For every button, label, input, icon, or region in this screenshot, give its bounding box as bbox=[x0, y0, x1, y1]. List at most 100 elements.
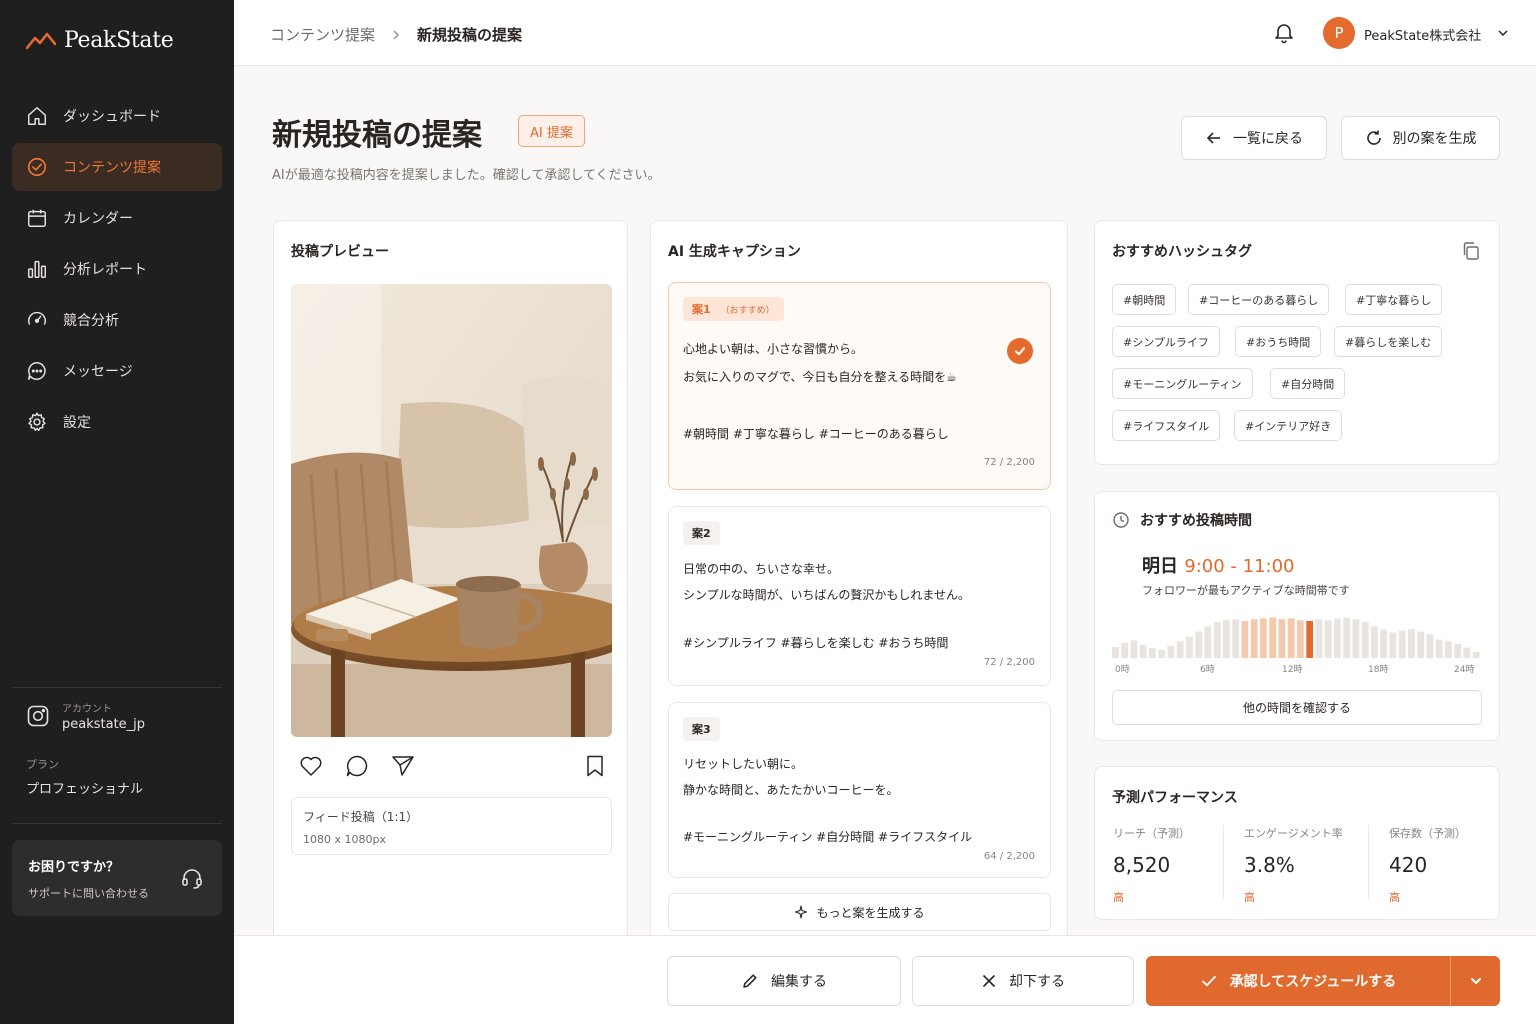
sidebar-item-label: 分析レポート bbox=[63, 262, 147, 278]
other-times-button[interactable]: 他の時間を確認する bbox=[1112, 690, 1482, 725]
histogram-bar bbox=[1445, 641, 1452, 658]
reach-metric: リーチ（予測） 8,520 高 bbox=[1113, 825, 1190, 905]
send-icon[interactable] bbox=[390, 753, 416, 779]
comment-icon[interactable] bbox=[344, 753, 370, 779]
avatar[interactable]: P bbox=[1323, 17, 1355, 49]
histogram-axis: 0時 6時 12時 18時 24時 bbox=[1112, 662, 1482, 675]
approve-label: 承認してスケジュールする bbox=[1229, 974, 1397, 990]
character-count: 72 / 2,200 bbox=[983, 657, 1035, 668]
bookmark-icon[interactable] bbox=[582, 753, 608, 779]
company-name[interactable]: PeakState株式会社 bbox=[1364, 25, 1481, 44]
caption-line-2: シンプルな時間が、いちばんの贅沢かもしれません。 bbox=[683, 588, 971, 602]
histogram-bar bbox=[1408, 629, 1415, 658]
brand-logo[interactable]: PeakState bbox=[26, 28, 174, 53]
ai-captions-card: AI 生成キャプション 案1 （おすすめ） 心地よい朝は、小さな習慣から。 お気に… bbox=[650, 220, 1068, 950]
bar-chart-icon bbox=[25, 257, 49, 281]
back-to-list-button[interactable]: 一覧に戻る bbox=[1181, 116, 1327, 160]
gear-icon bbox=[25, 410, 49, 434]
hashtag-chip[interactable]: #朝時間 bbox=[1112, 284, 1177, 315]
histogram-bar bbox=[1158, 650, 1166, 658]
best-time-card: おすすめ投稿時間 明日 9:00 - 11:00 フォロワーが最もアクティブな時… bbox=[1094, 491, 1500, 741]
caption-option-3[interactable]: 案3 リセットしたい朝に。 静かな時間と、あたたかいコーヒーを。 #モーニングル… bbox=[668, 702, 1051, 878]
caption-tag-label: 案1 bbox=[692, 303, 711, 316]
histogram-bar bbox=[1204, 626, 1212, 658]
metric-label: 保存数（予測） bbox=[1389, 827, 1466, 840]
chevron-down-icon[interactable] bbox=[1496, 26, 1510, 40]
best-time-value: 明日 9:00 - 11:00 bbox=[1142, 552, 1295, 578]
heart-icon[interactable] bbox=[298, 753, 324, 779]
hashtag-chip[interactable]: #シンプルライフ bbox=[1112, 326, 1220, 357]
metric-value: 8,520 bbox=[1113, 853, 1171, 877]
edit-button[interactable]: 編集する bbox=[667, 956, 901, 1006]
sidebar-item-label: コンテンツ提案 bbox=[63, 160, 161, 176]
account-info[interactable]: アカウント peakstate_jp bbox=[26, 700, 145, 732]
axis-label: 0時 bbox=[1115, 665, 1130, 675]
hashtag-chip[interactable]: #ライフスタイル bbox=[1112, 410, 1221, 441]
breadcrumb-parent[interactable]: コンテンツ提案 bbox=[270, 24, 375, 45]
axis-label: 24時 bbox=[1454, 665, 1475, 675]
hashtag-chip[interactable]: #丁寧な暮らし bbox=[1345, 284, 1443, 315]
saves-metric: 保存数（予測） 420 高 bbox=[1389, 825, 1466, 905]
hashtag-chip[interactable]: #インテリア好き bbox=[1234, 410, 1343, 441]
sidebar-item-calendar[interactable]: カレンダー bbox=[12, 194, 222, 242]
bottom-action-bar: 編集する 却下する 承認してスケジュールする bbox=[234, 935, 1536, 1024]
histogram-bar bbox=[1250, 619, 1258, 658]
hashtag-chip[interactable]: #暮らしを楽しむ bbox=[1334, 326, 1443, 357]
histogram-bar bbox=[1269, 617, 1277, 658]
sidebar-item-settings[interactable]: 設定 bbox=[12, 398, 222, 446]
bell-icon[interactable] bbox=[1272, 20, 1296, 44]
plan-name: プロフェッショナル bbox=[26, 782, 144, 797]
caption-hashtags: #モーニングルーティン #自分時間 #ライフスタイル bbox=[683, 830, 973, 844]
hashtag-chip[interactable]: #おうち時間 bbox=[1235, 326, 1322, 357]
help-card[interactable]: お困りですか？ サポートに問い合わせる bbox=[12, 840, 222, 916]
hashtag-chip[interactable]: #コーヒーのある暮らし bbox=[1188, 284, 1330, 315]
histogram-bar bbox=[1343, 617, 1351, 658]
coffee-scene-image bbox=[291, 284, 612, 737]
metric-level: 高 bbox=[1113, 891, 1124, 904]
caption-option-1[interactable]: 案1 （おすすめ） 心地よい朝は、小さな習慣から。 お気に入りのマグで、今日も自分… bbox=[668, 282, 1051, 490]
caption-option-2[interactable]: 案2 日常の中の、ちいさな幸せ。 シンプルな時間が、いちばんの贅沢かもしれません… bbox=[668, 506, 1051, 686]
metric-value: 420 bbox=[1389, 853, 1428, 877]
caption-line-2: お気に入りのマグで、今日も自分を整える時間を☕ bbox=[683, 370, 957, 384]
instagram-icon bbox=[27, 705, 49, 727]
preview-actions bbox=[298, 753, 604, 779]
metric-label: エンゲージメント率 bbox=[1244, 827, 1343, 840]
approve-schedule-button[interactable]: 承認してスケジュールする bbox=[1146, 956, 1450, 1006]
breadcrumb-current: 新規投稿の提案 bbox=[417, 26, 523, 44]
format-label: フィード投稿（1:1） bbox=[303, 810, 419, 824]
hashtag-chip[interactable]: #自分時間 bbox=[1270, 368, 1346, 399]
copy-icon[interactable] bbox=[1461, 241, 1481, 261]
sidebar-item-dashboard[interactable]: ダッシュボード bbox=[12, 92, 222, 140]
home-icon bbox=[25, 104, 49, 128]
sidebar-item-messages[interactable]: メッセージ bbox=[12, 347, 222, 395]
metric-level: 高 bbox=[1244, 891, 1255, 904]
approve-button-group: 承認してスケジュールする bbox=[1146, 956, 1500, 1006]
post-image[interactable] bbox=[291, 284, 612, 737]
axis-label: 12時 bbox=[1282, 665, 1303, 675]
activity-histogram bbox=[1112, 617, 1480, 658]
headset-icon bbox=[182, 869, 202, 889]
best-time-day: 明日 bbox=[1142, 556, 1178, 577]
calendar-icon bbox=[25, 206, 49, 230]
approve-options-dropdown[interactable] bbox=[1450, 956, 1500, 1006]
reject-button[interactable]: 却下する bbox=[912, 956, 1134, 1006]
histogram-bar bbox=[1352, 619, 1360, 658]
recommended-note: （おすすめ） bbox=[720, 305, 775, 316]
histogram-bar bbox=[1139, 644, 1147, 658]
sidebar-item-competitors[interactable]: 競合分析 bbox=[12, 296, 222, 344]
selected-check-icon[interactable] bbox=[1007, 338, 1033, 364]
histogram-bar bbox=[1167, 645, 1175, 658]
regenerate-button[interactable]: 別の案を生成 bbox=[1341, 116, 1500, 160]
histogram-bar bbox=[1389, 632, 1397, 658]
histogram-bar bbox=[1472, 651, 1480, 658]
histogram-bar bbox=[1232, 619, 1240, 658]
caption-tag: 案3 bbox=[683, 717, 720, 741]
gauge-icon bbox=[25, 308, 49, 332]
hashtag-chip[interactable]: #モーニングルーティン bbox=[1112, 368, 1253, 399]
sidebar-item-content-proposals[interactable]: コンテンツ提案 bbox=[12, 143, 222, 191]
pencil-icon bbox=[743, 974, 757, 988]
caption-line-1: リセットしたい朝に。 bbox=[683, 757, 804, 771]
generate-more-button[interactable]: もっと案を生成する bbox=[668, 893, 1051, 931]
performance-card: 予測パフォーマンス リーチ（予測） 8,520 高 エンゲージメント率 3.8%… bbox=[1094, 766, 1500, 920]
sidebar-item-analytics[interactable]: 分析レポート bbox=[12, 245, 222, 293]
